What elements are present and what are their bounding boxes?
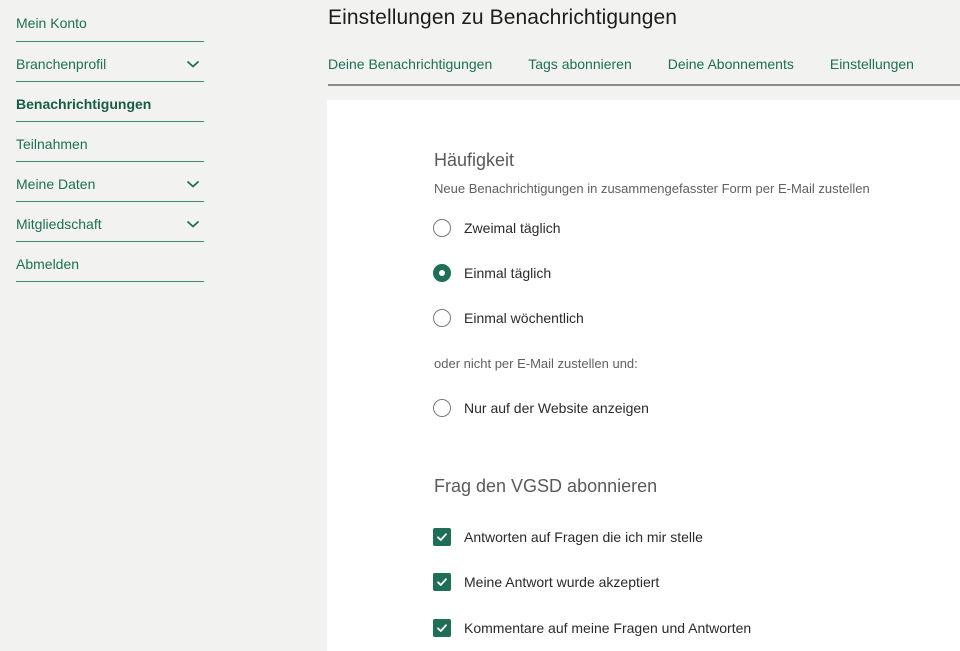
sidebar-item-label: Benachrichtigungen bbox=[16, 95, 152, 112]
radio-label: Einmal täglich bbox=[464, 265, 552, 281]
checkbox-checked[interactable] bbox=[433, 573, 451, 591]
checkbox-option-antwort-akzeptiert[interactable]: Meine Antwort wurde akzeptiert bbox=[433, 573, 659, 591]
checkbox-option-kommentare[interactable]: Kommentare auf meine Fragen und Antworte… bbox=[433, 619, 751, 637]
tab-bar: Deine Benachrichtigungen Tags abonnieren… bbox=[328, 44, 960, 86]
sidebar-item-label: Mein Konto bbox=[16, 14, 87, 31]
sidebar-item-benachrichtigungen[interactable]: Benachrichtigungen bbox=[16, 82, 204, 122]
sidebar-item-label: Mitgliedschaft bbox=[16, 215, 102, 232]
checkbox-checked[interactable] bbox=[433, 619, 451, 637]
frequency-description: Neue Benachrichtigungen in zusammengefas… bbox=[434, 181, 870, 196]
radio-button-selected[interactable] bbox=[433, 264, 451, 282]
radio-label: Einmal wöchentlich bbox=[464, 310, 584, 326]
sidebar-item-label: Meine Daten bbox=[16, 175, 96, 192]
radio-label: Nur auf der Website anzeigen bbox=[464, 400, 649, 416]
radio-label: Zweimal täglich bbox=[464, 220, 561, 236]
sidebar-item-teilnahmen[interactable]: Teilnahmen bbox=[16, 122, 204, 162]
tab-deine-abonnements[interactable]: Deine Abonnements bbox=[668, 56, 794, 72]
check-icon bbox=[437, 578, 447, 586]
radio-button[interactable] bbox=[433, 309, 451, 327]
tab-einstellungen[interactable]: Einstellungen bbox=[830, 56, 914, 72]
checkbox-label: Kommentare auf meine Fragen und Antworte… bbox=[464, 620, 752, 636]
alt-delivery-text: oder nicht per E-Mail zustellen und: bbox=[434, 356, 638, 371]
chevron-down-icon[interactable] bbox=[186, 57, 200, 71]
radio-option-einmal-woechentlich[interactable]: Einmal wöchentlich bbox=[433, 309, 584, 327]
sidebar-item-label: Teilnahmen bbox=[16, 135, 88, 152]
sidebar-item-label: Branchenprofil bbox=[16, 55, 107, 72]
page-title: Einstellungen zu Benachrichtigungen bbox=[328, 6, 678, 29]
sidebar-item-mein-konto[interactable]: Mein Konto bbox=[16, 0, 204, 42]
checkbox-label: Meine Antwort wurde akzeptiert bbox=[464, 574, 660, 590]
frequency-title: Häufigkeit bbox=[434, 150, 515, 170]
checkbox-checked[interactable] bbox=[433, 528, 451, 546]
sidebar: Mein Konto Branchenprofil Benachrichtigu… bbox=[16, 0, 204, 282]
tab-tags-abonnieren[interactable]: Tags abonnieren bbox=[528, 56, 632, 72]
checkbox-option-antworten[interactable]: Antworten auf Fragen die ich mir stelle bbox=[433, 528, 703, 546]
subscribe-title: Frag den VGSD abonnieren bbox=[434, 476, 658, 496]
radio-option-nur-website[interactable]: Nur auf der Website anzeigen bbox=[433, 399, 649, 417]
sidebar-item-meine-daten[interactable]: Meine Daten bbox=[16, 162, 204, 202]
sidebar-item-label: Abmelden bbox=[16, 255, 80, 272]
check-icon bbox=[437, 533, 447, 541]
radio-option-zweimal-taeglich[interactable]: Zweimal täglich bbox=[433, 219, 560, 237]
sidebar-item-abmelden[interactable]: Abmelden bbox=[16, 242, 204, 282]
radio-option-einmal-taeglich[interactable]: Einmal täglich bbox=[433, 264, 551, 282]
checkbox-label: Antworten auf Fragen die ich mir stelle bbox=[464, 529, 703, 545]
sidebar-item-mitgliedschaft[interactable]: Mitgliedschaft bbox=[16, 202, 204, 242]
settings-card: Häufigkeit Neue Benachrichtigungen in zu… bbox=[327, 100, 960, 651]
tab-deine-benachrichtigungen[interactable]: Deine Benachrichtigungen bbox=[328, 56, 492, 72]
radio-button[interactable] bbox=[433, 399, 451, 417]
chevron-down-icon[interactable] bbox=[186, 217, 200, 231]
chevron-down-icon[interactable] bbox=[186, 177, 200, 191]
sidebar-item-branchenprofil[interactable]: Branchenprofil bbox=[16, 42, 204, 82]
check-icon bbox=[437, 624, 447, 632]
radio-button[interactable] bbox=[433, 219, 451, 237]
